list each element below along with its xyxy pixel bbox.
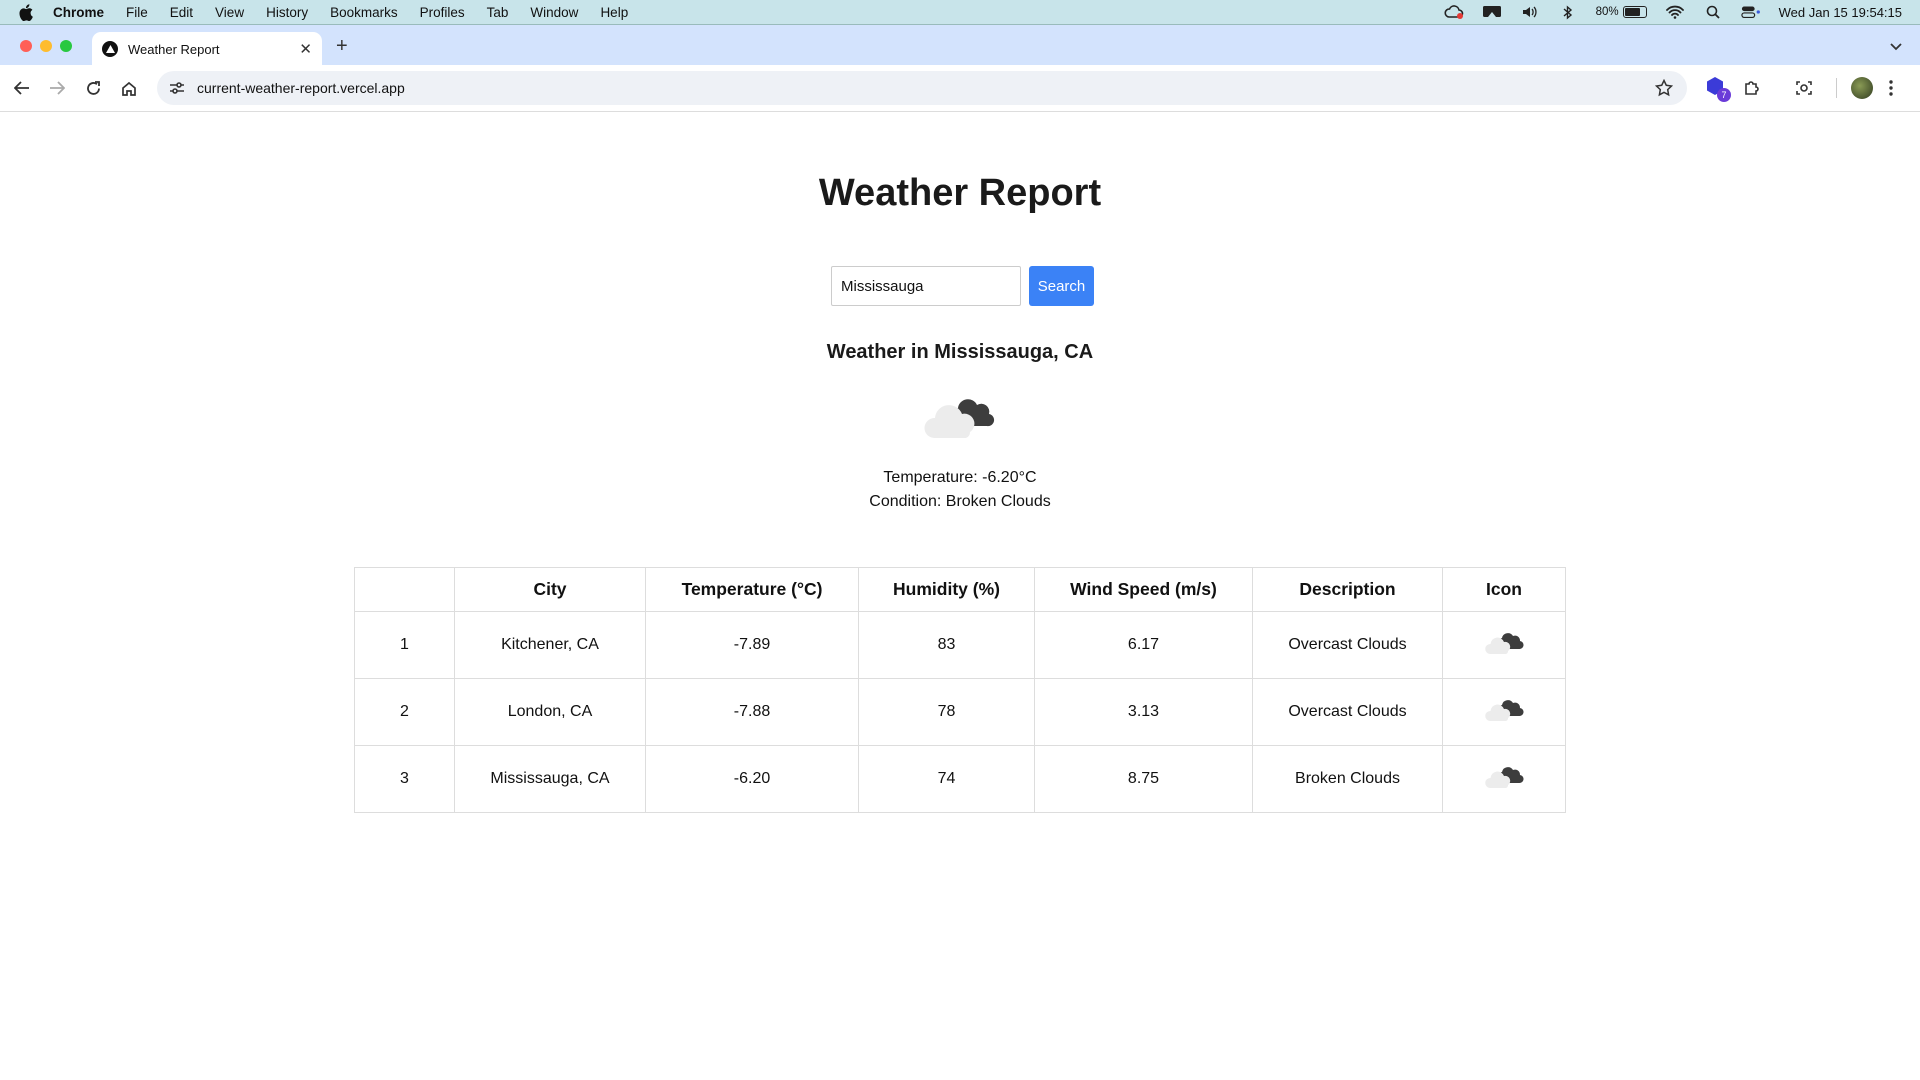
city-search-input[interactable] xyxy=(831,266,1021,306)
cell-humidity: 78 xyxy=(858,678,1035,746)
broken-clouds-icon xyxy=(922,390,998,447)
cell-wind-speed: 3.13 xyxy=(1034,678,1253,746)
cell-city: Kitchener, CA xyxy=(454,611,646,679)
bluetooth-icon[interactable] xyxy=(1558,4,1578,20)
column-header-wind-speed: Wind Speed (m/s) xyxy=(1034,567,1253,612)
bookmark-star-icon[interactable] xyxy=(1654,78,1674,100)
cell-city: London, CA xyxy=(454,678,646,746)
cell-icon xyxy=(1442,678,1566,746)
cell-icon xyxy=(1442,745,1566,813)
cell-humidity: 83 xyxy=(858,611,1035,679)
cell-description: Broken Clouds xyxy=(1252,745,1443,813)
page-content: Weather Report Search Weather in Mississ… xyxy=(0,112,1920,1080)
browser-tab-active[interactable]: Weather Report ✕ xyxy=(92,32,322,66)
menu-bookmarks[interactable]: Bookmarks xyxy=(330,5,398,20)
menu-file[interactable]: File xyxy=(126,5,148,20)
window-controls xyxy=(20,40,72,52)
url-text[interactable]: current-weather-report.vercel.app xyxy=(197,80,405,96)
wifi-icon[interactable] xyxy=(1665,4,1685,20)
cell-wind-speed: 8.75 xyxy=(1034,745,1253,813)
minimize-window-button[interactable] xyxy=(40,40,52,52)
battery-status[interactable]: 80% xyxy=(1596,6,1647,18)
tab-search-chevron-icon[interactable] xyxy=(1890,38,1902,56)
cell-index: 3 xyxy=(354,745,455,813)
column-header-index xyxy=(354,567,455,612)
current-temperature: Temperature: -6.20°C xyxy=(883,469,1037,486)
overcast-clouds-icon xyxy=(1484,630,1524,661)
extension-hexagon-button[interactable]: 7 xyxy=(1705,76,1735,102)
search-button[interactable]: Search xyxy=(1029,266,1094,306)
menu-app-name[interactable]: Chrome xyxy=(53,5,104,20)
browser-toolbar: current-weather-report.vercel.app 7 xyxy=(0,65,1920,112)
back-arrow-icon[interactable] xyxy=(11,77,33,99)
home-icon[interactable] xyxy=(118,77,140,99)
menu-help[interactable]: Help xyxy=(600,5,628,20)
menubar-datetime[interactable]: Wed Jan 15 19:54:15 xyxy=(1779,5,1902,20)
browser-tabstrip: Weather Report ✕ + xyxy=(0,24,1920,66)
avatar-image xyxy=(1851,77,1873,99)
overcast-clouds-icon xyxy=(1484,697,1524,728)
new-tab-plus-icon[interactable]: + xyxy=(336,35,348,58)
cell-description: Overcast Clouds xyxy=(1252,611,1443,679)
column-header-temperature: Temperature (°C) xyxy=(645,567,859,612)
cell-temperature: -6.20 xyxy=(645,745,859,813)
table-row: 1 Kitchener, CA -7.89 83 6.17 Overcast C… xyxy=(354,611,1566,679)
apple-menu-icon[interactable] xyxy=(19,3,37,21)
menu-tab[interactable]: Tab xyxy=(487,5,509,20)
tab-title: Weather Report xyxy=(128,41,220,57)
cell-icon xyxy=(1442,611,1566,679)
cell-wind-speed: 6.17 xyxy=(1034,611,1253,679)
creative-cloud-icon[interactable] xyxy=(1444,4,1464,20)
table-row: 2 London, CA -7.88 78 3.13 Overcast Clou… xyxy=(354,678,1566,746)
broken-clouds-icon xyxy=(1484,764,1524,795)
profile-avatar[interactable] xyxy=(1851,76,1873,100)
page-title: Weather Report xyxy=(818,172,1102,214)
column-header-description: Description xyxy=(1252,567,1443,612)
extension-badge: 7 xyxy=(1717,88,1731,102)
toolbar-divider xyxy=(1836,78,1837,98)
cell-description: Overcast Clouds xyxy=(1252,678,1443,746)
cell-humidity: 74 xyxy=(858,745,1035,813)
current-weather-heading: Weather in Mississauga, CA xyxy=(826,341,1094,363)
address-bar[interactable]: current-weather-report.vercel.app xyxy=(157,71,1687,105)
table-header-row: City Temperature (°C) Humidity (%) Wind … xyxy=(354,567,1566,612)
cell-index: 2 xyxy=(354,678,455,746)
site-info-tune-icon[interactable] xyxy=(169,81,185,95)
display-mirroring-icon[interactable] xyxy=(1482,4,1502,20)
column-header-humidity: Humidity (%) xyxy=(858,567,1035,612)
column-header-city: City xyxy=(454,567,646,612)
menu-profiles[interactable]: Profiles xyxy=(420,5,465,20)
cell-index: 1 xyxy=(354,611,455,679)
search-form: Search xyxy=(831,266,1094,306)
cell-temperature: -7.89 xyxy=(645,611,859,679)
cell-temperature: -7.88 xyxy=(645,678,859,746)
tab-close-icon[interactable]: ✕ xyxy=(299,40,312,58)
forward-arrow-icon[interactable] xyxy=(46,77,68,99)
reload-icon[interactable] xyxy=(82,77,104,99)
menu-window[interactable]: Window xyxy=(530,5,578,20)
close-window-button[interactable] xyxy=(20,40,32,52)
cell-city: Mississauga, CA xyxy=(454,745,646,813)
battery-icon xyxy=(1622,6,1647,18)
zoom-window-button[interactable] xyxy=(60,40,72,52)
table-row: 3 Mississauga, CA -6.20 74 8.75 Broken C… xyxy=(354,745,1566,813)
column-header-icon: Icon xyxy=(1442,567,1566,612)
screen-capture-icon[interactable] xyxy=(1795,76,1813,100)
macos-menubar: Chrome File Edit View History Bookmarks … xyxy=(0,0,1920,24)
menu-view[interactable]: View xyxy=(215,5,244,20)
control-center-icon[interactable] xyxy=(1740,4,1761,20)
menu-history[interactable]: History xyxy=(266,5,308,20)
extensions-puzzle-icon[interactable] xyxy=(1743,76,1761,100)
more-menu-dots-icon[interactable] xyxy=(1889,76,1893,100)
weather-table: City Temperature (°C) Humidity (%) Wind … xyxy=(354,567,1566,813)
menu-edit[interactable]: Edit xyxy=(170,5,193,20)
current-condition: Condition: Broken Clouds xyxy=(869,493,1051,510)
volume-icon[interactable] xyxy=(1520,4,1540,20)
spotlight-search-icon[interactable] xyxy=(1703,4,1723,20)
vercel-favicon-icon xyxy=(102,41,118,57)
battery-percent: 80% xyxy=(1595,6,1619,18)
